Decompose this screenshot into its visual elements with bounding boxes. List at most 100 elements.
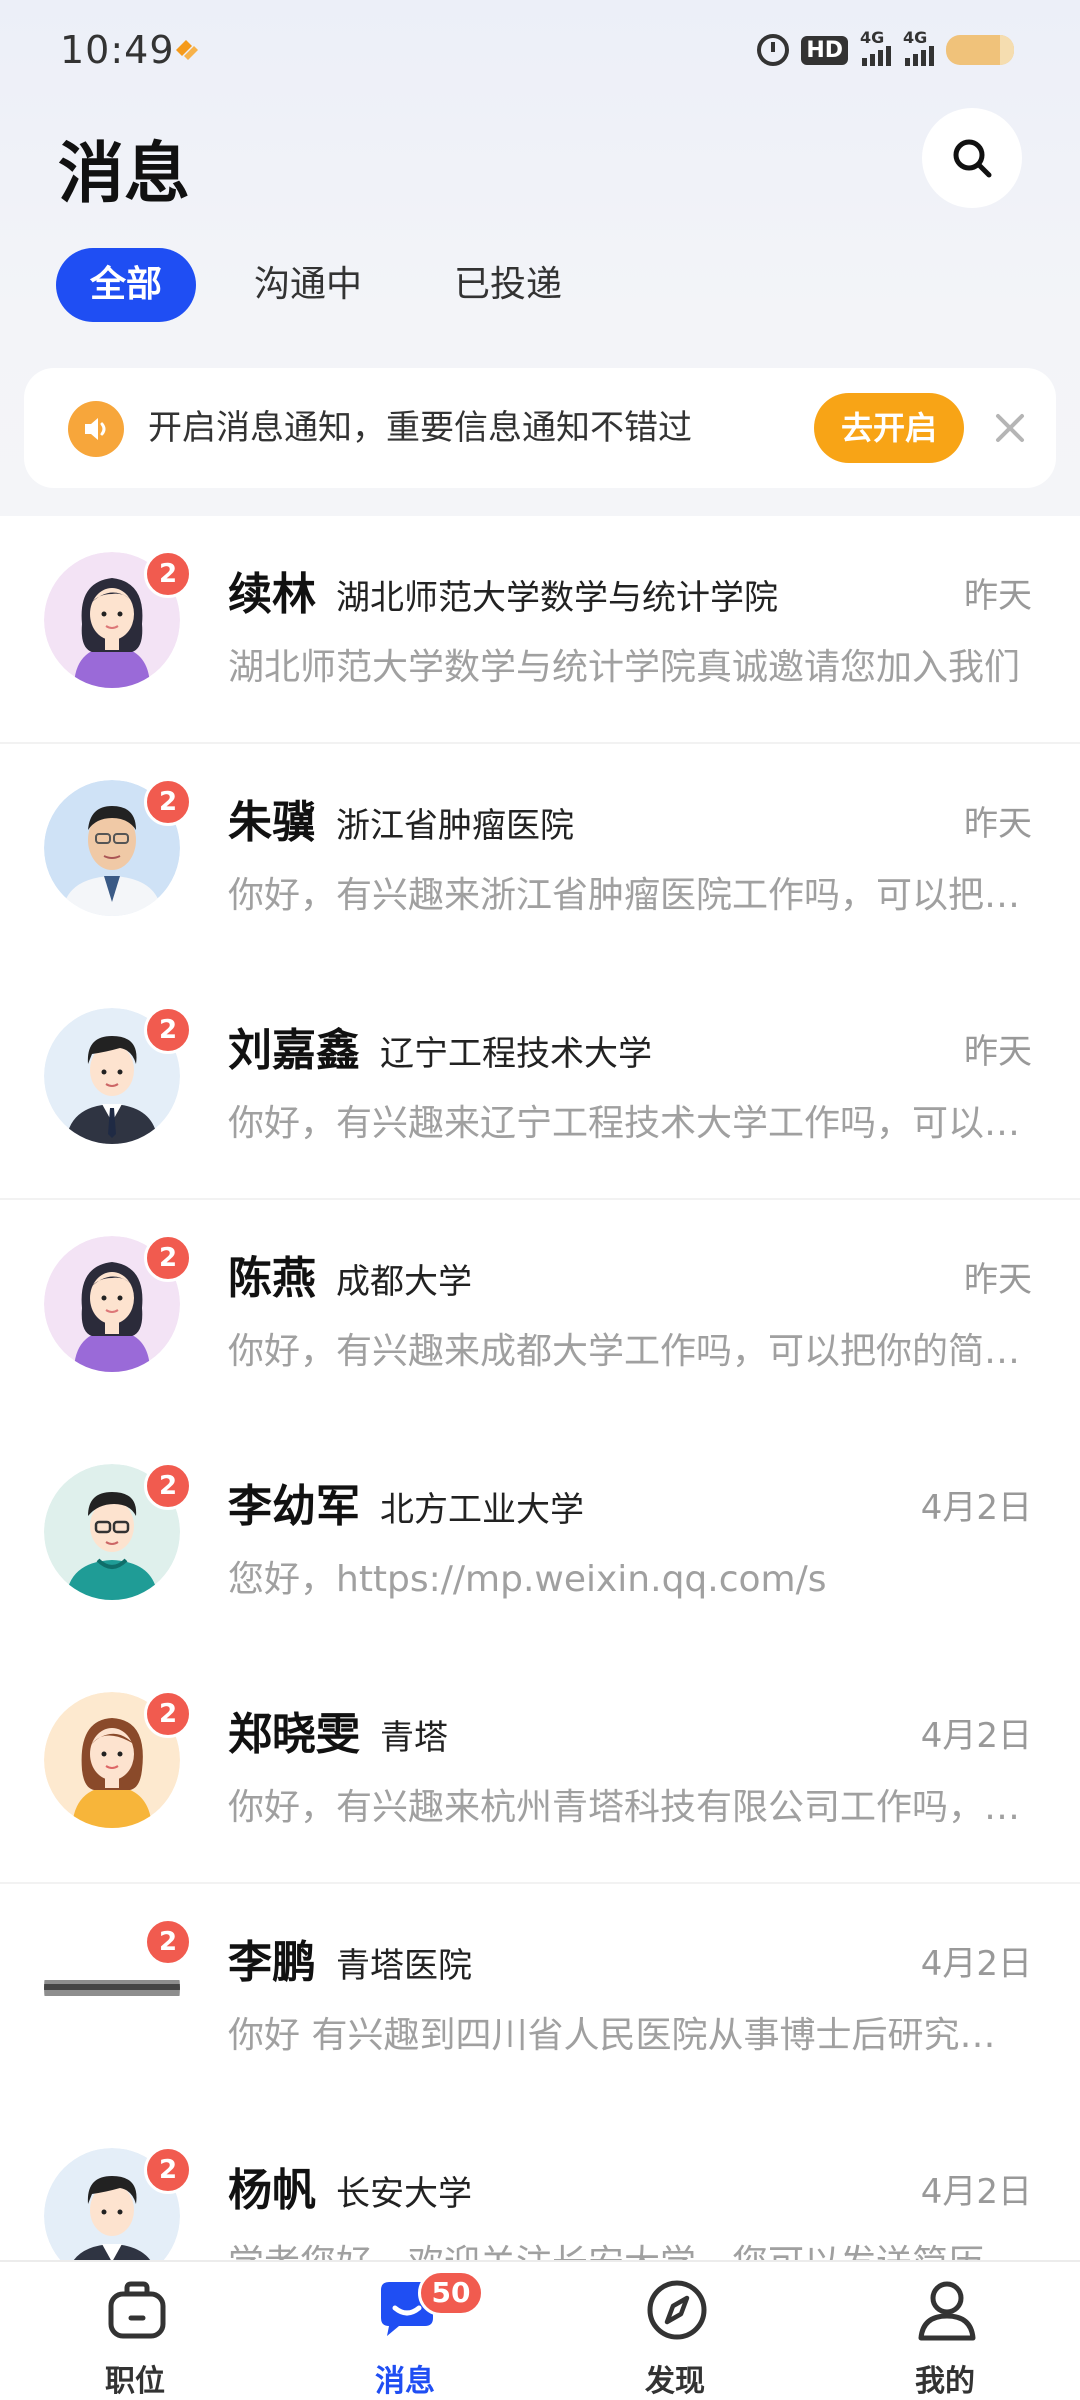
- compass-icon: [647, 2280, 707, 2340]
- person-icon: [918, 2281, 976, 2341]
- contact-org: 北方工业大学: [380, 1490, 584, 1530]
- chat-row[interactable]: 2 陈燕成都大学 昨天 你好，有兴趣来成都大学工作吗，可以把你的简历发给我: [0, 1200, 1080, 1428]
- contact-name: 朱骥: [228, 797, 316, 848]
- signal-bars: [862, 46, 891, 66]
- contact-name: 李鹏: [228, 1937, 316, 1988]
- contact-name: 李幼军: [228, 1481, 360, 1532]
- unread-badge: 2: [144, 1234, 192, 1282]
- unread-badge: 2: [144, 1918, 192, 1966]
- chat-preview: 您好，https://mp.weixin.qq.com/s: [228, 1559, 827, 1600]
- chat-name: 陈燕 成都大学: [228, 1242, 472, 1306]
- page-title: 消息: [58, 135, 190, 212]
- chat-preview: 你好，有兴趣来浙江省肿瘤医院工作吗，可以把你的简历发给我: [228, 875, 1028, 916]
- tab-delivered[interactable]: 已投递: [420, 248, 596, 322]
- alarm-icon: [757, 34, 790, 66]
- contact-org: 青塔医院: [336, 1946, 472, 1986]
- briefcase-icon: [108, 2281, 166, 2339]
- chat-preview: 你好，有兴趣来辽宁工程技术大学工作吗，可以把你的简历发给我: [228, 1103, 1028, 1144]
- chat-time: 昨天: [964, 1260, 1032, 1300]
- chat-name: 郑晓雯 青塔: [228, 1698, 448, 1762]
- contact-name: 刘嘉鑫: [228, 1025, 360, 1076]
- status-right: HD 4G 4G: [757, 28, 1014, 66]
- chat-preview: 你好，有兴趣来成都大学工作吗，可以把你的简历发给我: [228, 1331, 1028, 1372]
- chat-row[interactable]: 2 刘嘉鑫辽宁工程技术大学 昨天 你好，有兴趣来辽宁工程技术大学工作吗，可以把你…: [0, 972, 1080, 1200]
- network-label: 4G: [860, 28, 885, 47]
- avatar: 2: [44, 1006, 192, 1148]
- enable-notification-button[interactable]: 去开启: [814, 393, 964, 463]
- nav-messages[interactable]: 50 消息: [270, 2262, 540, 2400]
- status-time: 10:49: [60, 28, 175, 72]
- unread-badge: 2: [144, 550, 192, 598]
- chat-row[interactable]: 2 续林 湖北师范大学数学与统计学院 昨天 湖北师范大学数学与统计学院真诚邀请您加…: [0, 516, 1080, 744]
- chat-time: 4月2日: [920, 1488, 1032, 1528]
- chat-row[interactable]: 2 朱骥浙江省肿瘤医院 昨天 你好，有兴趣来浙江省肿瘤医院工作吗，可以把你的简历…: [0, 744, 1080, 972]
- signal-icon: 4G: [860, 28, 891, 66]
- unread-badge: 2: [144, 778, 192, 826]
- unread-badge: 2: [144, 1690, 192, 1738]
- nav-jobs[interactable]: 职位: [0, 2262, 270, 2400]
- chat-row[interactable]: 2 李幼军 北方工业大学 4月2日 您好，https://mp.weixin.qq…: [0, 1428, 1080, 1656]
- chat-time: 昨天: [964, 1032, 1032, 1072]
- chat-preview: 你好 有兴趣到四川省人民医院从事博士后研究工作吗: [228, 2015, 1028, 2056]
- hd-indicator: HD: [801, 35, 848, 65]
- chat-row[interactable]: 2 李鹏 青塔医院 4月2日 你好 有兴趣到四川省人民医院从事博士后研究工作吗: [0, 1884, 1080, 2112]
- tab-communicating[interactable]: 沟通中: [220, 248, 396, 322]
- chat-row[interactable]: 2 杨帆长安大学 4月2日 学者您好，欢迎关注长安大学，您可以发送简历: [0, 2112, 1080, 2260]
- avatar: 2: [44, 778, 192, 920]
- unread-badge: 2: [144, 1462, 192, 1510]
- nav-label: 消息: [375, 2364, 435, 2399]
- battery-icon: [946, 35, 1014, 65]
- chat-time: 4月2日: [920, 1944, 1032, 1984]
- nav-label: 我的: [915, 2364, 975, 2399]
- contact-name: 杨帆: [228, 2165, 316, 2216]
- contact-org: 长安大学: [336, 2174, 472, 2214]
- chat-preview: 学者您好，欢迎关注长安大学，您可以发送简历: [228, 2234, 1028, 2260]
- chat-list: 2 续林 湖北师范大学数学与统计学院 昨天 湖北师范大学数学与统计学院真诚邀请您加…: [0, 516, 1080, 2260]
- contact-name: 郑晓雯: [228, 1709, 360, 1760]
- avatar: 2: [44, 1234, 192, 1376]
- contact-org: 辽宁工程技术大学: [380, 1034, 652, 1074]
- speaker-icon: [68, 401, 124, 457]
- search-icon: [953, 139, 992, 178]
- unread-badge: 2: [144, 2146, 192, 2194]
- nav-unread-badge: 50: [418, 2270, 484, 2316]
- avatar: 2: [44, 1462, 192, 1604]
- contact-name: 续林: [228, 569, 316, 620]
- avatar: 2: [44, 1918, 192, 2060]
- contact-org: 湖北师范大学数学与统计学院: [336, 578, 778, 618]
- chat-preview: 湖北师范大学数学与统计学院真诚邀请您加入我们: [228, 647, 1021, 688]
- contact-org: 成都大学: [336, 1262, 472, 1302]
- app-notification-icon: [176, 40, 198, 60]
- bottom-nav: 职位 50 消息 发现 我的: [0, 2260, 1080, 2400]
- chat-preview: 你好，有兴趣来杭州青塔科技有限公司工作吗，可以把你的简历发给我: [228, 1787, 1028, 1828]
- nav-discover[interactable]: 发现: [540, 2262, 810, 2400]
- chat-name: 李幼军 北方工业大学: [228, 1470, 584, 1534]
- signal-bars: [905, 46, 934, 66]
- notice-text: 开启消息通知，重要信息通知不错过: [148, 408, 692, 448]
- nav-label: 发现: [645, 2364, 705, 2399]
- chat-time: 昨天: [964, 804, 1032, 844]
- chat-time: 4月2日: [920, 1716, 1032, 1756]
- signal-icon: 4G: [903, 28, 934, 66]
- notification-banner: 开启消息通知，重要信息通知不错过 去开启: [24, 368, 1056, 488]
- nav-profile[interactable]: 我的: [810, 2262, 1080, 2400]
- chat-name: 杨帆 长安大学: [228, 2154, 472, 2218]
- tab-all[interactable]: 全部: [56, 248, 197, 322]
- contact-org: 青塔: [380, 1718, 448, 1758]
- unread-badge: 2: [144, 1006, 192, 1054]
- contact-org: 浙江省肿瘤医院: [336, 806, 574, 846]
- contact-name: 陈燕: [228, 1253, 316, 1304]
- avatar: 2: [44, 550, 192, 692]
- chat-name: 续林 湖北师范大学数学与统计学院: [228, 558, 778, 622]
- network-label: 4G: [903, 28, 928, 47]
- status-bar: 10:49 HD 4G 4G: [0, 0, 1080, 100]
- chat-name: 刘嘉鑫 辽宁工程技术大学: [228, 1014, 652, 1078]
- chat-row[interactable]: 2 郑晓雯青塔 4月2日 你好，有兴趣来杭州青塔科技有限公司工作吗，可以把你的简…: [0, 1656, 1080, 1884]
- chat-time: 昨天: [964, 576, 1032, 616]
- close-icon[interactable]: [988, 406, 1032, 450]
- avatar: 2: [44, 1690, 192, 1832]
- chat-name: 朱骥 浙江省肿瘤医院: [228, 786, 574, 850]
- search-button[interactable]: [922, 108, 1022, 208]
- nav-label: 职位: [105, 2364, 165, 2399]
- chat-time: 4月2日: [920, 2172, 1032, 2212]
